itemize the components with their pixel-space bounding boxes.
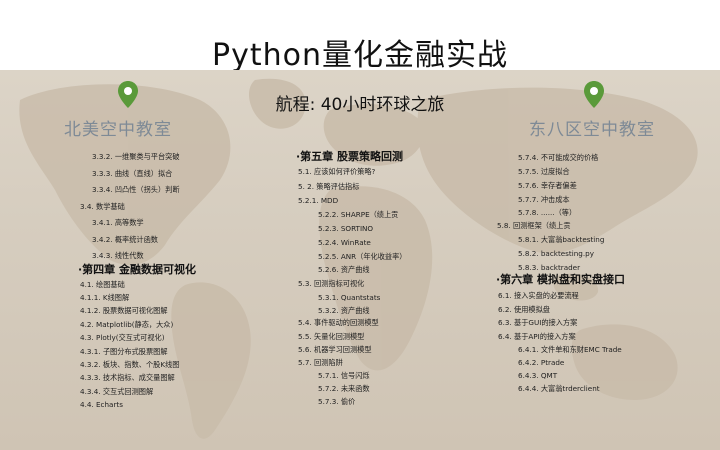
toc-item: 6.1. 接入实盘的必要流程 — [498, 291, 579, 300]
classroom-label-right: 东八区空中教室 — [529, 120, 655, 140]
toc-item: 5.7. 回测陷阱 — [298, 358, 343, 367]
toc-item: 5.3.2. 资产曲线 — [318, 306, 370, 315]
toc-item: 4.3.2. 板块、指数、个股K线图 — [80, 360, 180, 369]
toc-item: 6.3. 基于GUI的接入方案 — [498, 318, 578, 327]
toc-item: 4.3.1. 子图分布式股票图解 — [80, 347, 168, 356]
toc-item: 5.2.2. SHARPE（绩上贡 — [318, 210, 399, 219]
toc-item: 3.4.1. 高等数学 — [92, 218, 144, 227]
toc-item: 5.7.7. 冲击成本 — [518, 195, 570, 204]
toc-item: 6.4.4. 大富翁trderclient — [518, 384, 600, 393]
classroom-label-left: 北美空中教室 — [64, 120, 172, 140]
toc-item: 3.4.3. 线性代数 — [92, 251, 144, 260]
toc-item: 4.4. Echarts — [80, 400, 123, 409]
toc-item: 5.2.6. 资产曲线 — [318, 265, 370, 274]
toc-item: 6.4.3. QMT — [518, 371, 558, 380]
toc-item: 3.4. 数学基础 — [80, 202, 125, 211]
toc-item: 5.8.2. backtesting.py — [518, 249, 594, 258]
toc-item: 5.7.1. 信号闪烁 — [318, 371, 370, 380]
toc-item: 5.7.6. 幸存者偏差 — [518, 181, 577, 190]
toc-chapter-heading: ·第五章 股票策略回测 — [296, 150, 404, 163]
toc-item: 5.8.3. backtrader — [518, 263, 581, 272]
subtitle: 航程: 40小时环球之旅 — [275, 95, 445, 115]
toc-item: 6.2. 使用模拟盘 — [498, 305, 550, 314]
toc-item: 5.5. 矢量化回测模型 — [298, 332, 365, 341]
toc-item: 4.3.4. 交互式回测图解 — [80, 387, 154, 396]
toc-item: 5. 2. 策略评估指标 — [298, 182, 360, 191]
toc-item: 3.3.3. 曲线（直线）拟合 — [92, 169, 173, 178]
toc-item: 4.2. Matplotlib(静态，大众) — [80, 320, 174, 329]
toc-item: 3.3.2. 一维聚类与平台突破 — [92, 152, 180, 161]
toc-item: 4.3.3. 技术指标、成交量图解 — [80, 373, 175, 382]
toc-item: 5.2.3. SORTINO — [318, 224, 374, 233]
toc-item: 4.3. Plotly(交互式可视化) — [80, 333, 165, 342]
toc-item: 5.3.1. Quantstats — [318, 293, 381, 302]
toc-item: 3.4.2. 概率统计函数 — [92, 235, 158, 244]
toc-item: 3.3.4. 凹凸性（拐头）判断 — [92, 185, 180, 194]
toc-item: 4.1.1. K线图解 — [80, 293, 130, 302]
toc-item: 5.8. 回测框架（绩上贡 — [497, 221, 571, 230]
toc-item: 5.7.3. 偷价 — [318, 397, 356, 406]
toc-item: 5.2.4. WinRate — [318, 238, 371, 247]
toc-item: 5.2.5. ANR（年化收益率） — [318, 252, 407, 261]
toc-item: 5.8.1. 大富翁backtesting — [518, 235, 605, 244]
toc-item: 5.7.8. ......（等） — [518, 208, 577, 217]
toc-item: 5.7.2. 未来函数 — [318, 384, 370, 393]
toc-item: 4.1. 绘图基础 — [80, 280, 125, 289]
toc-chapter-heading: ·第六章 模拟盘和实盘接口 — [496, 273, 626, 286]
toc-chapter-heading: ·第四章 金融数据可视化 — [78, 263, 197, 276]
page-title: Python量化金融实战 — [212, 38, 508, 73]
map-pin-icon — [118, 81, 138, 108]
toc-item: 5.6. 机器学习回测模型 — [298, 345, 372, 354]
toc-item: 5.1. 应该如何评价策略? — [298, 167, 376, 176]
toc-item: 5.7.4. 不可能成交的价格 — [518, 153, 599, 162]
toc-item: 6.4. 基于API的接入方案 — [498, 332, 576, 341]
toc-item: 6.4.2. Ptrade — [518, 358, 565, 367]
toc-item: 6.4.1. 文件单和东财EMC Trade — [518, 345, 622, 354]
toc-item: 5.4. 事件驱动的回测模型 — [298, 318, 379, 327]
map-pin-icon — [584, 81, 604, 108]
toc-item: 5.7.5. 过度拟合 — [518, 167, 570, 176]
toc-item: 5.2.1. MDD — [298, 196, 339, 205]
toc-item: 4.1.2. 股票数据可视化图解 — [80, 306, 168, 315]
toc-item: 5.3. 回测指标可视化 — [298, 279, 365, 288]
